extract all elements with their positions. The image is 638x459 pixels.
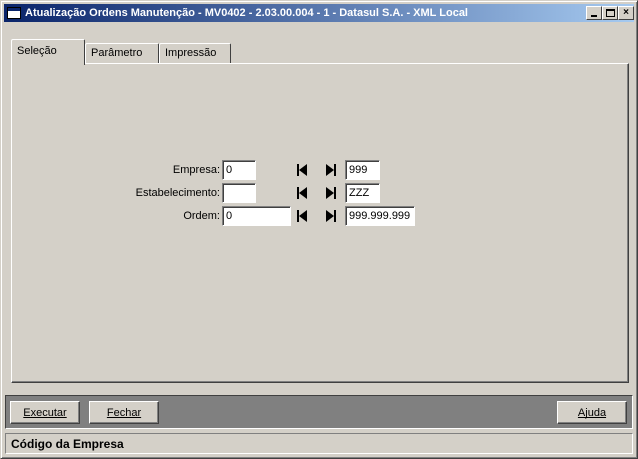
status-bar: Código da Empresa [5, 433, 633, 454]
maximize-button[interactable] [602, 6, 618, 20]
ajuda-button[interactable]: Ajuda [557, 401, 627, 424]
estabelecimento-last-button[interactable] [321, 183, 341, 203]
tab-strip: Seleção Parâmetro Impressão [11, 39, 631, 65]
minimize-button[interactable] [586, 6, 602, 20]
tab-parametro[interactable]: Parâmetro [85, 43, 159, 63]
ordem-to-input[interactable] [345, 206, 415, 226]
estabelecimento-label: Estabelecimento: [135, 187, 220, 199]
selection-panel: Empresa: Estabelecimento: Ordem: [11, 63, 629, 383]
estabelecimento-from-input[interactable] [222, 183, 256, 203]
button-bar: Executar Fechar Ajuda [5, 395, 633, 429]
tab-selecao[interactable]: Seleção [11, 39, 85, 65]
first-record-icon [296, 164, 308, 176]
minimize-icon [591, 15, 597, 17]
empresa-from-input[interactable] [222, 160, 256, 180]
first-record-icon [296, 210, 308, 222]
fechar-button[interactable]: Fechar [89, 401, 159, 424]
last-record-icon [325, 164, 337, 176]
estabelecimento-to-input[interactable] [345, 183, 380, 203]
empresa-label: Empresa: [172, 164, 220, 176]
empresa-first-button[interactable] [292, 160, 312, 180]
executar-button[interactable]: Executar [10, 401, 80, 424]
close-button[interactable]: × [618, 6, 634, 20]
application-window: Atualização Ordens Manutenção - MV0402 -… [0, 0, 638, 459]
maximize-icon [605, 9, 615, 17]
empresa-last-button[interactable] [321, 160, 341, 180]
last-record-icon [325, 210, 337, 222]
empresa-to-input[interactable] [345, 160, 380, 180]
window-title: Atualização Ordens Manutenção - MV0402 -… [25, 7, 468, 19]
ordem-from-input[interactable] [222, 206, 291, 226]
ordem-label: Ordem: [183, 210, 220, 222]
ordem-last-button[interactable] [321, 206, 341, 226]
last-record-icon [325, 187, 337, 199]
estabelecimento-first-button[interactable] [292, 183, 312, 203]
first-record-icon [296, 187, 308, 199]
title-bar[interactable]: Atualização Ordens Manutenção - MV0402 -… [4, 4, 634, 22]
ordem-first-button[interactable] [292, 206, 312, 226]
tab-impressao[interactable]: Impressão [159, 43, 231, 63]
app-window-icon [7, 7, 21, 19]
close-icon: × [623, 7, 629, 18]
